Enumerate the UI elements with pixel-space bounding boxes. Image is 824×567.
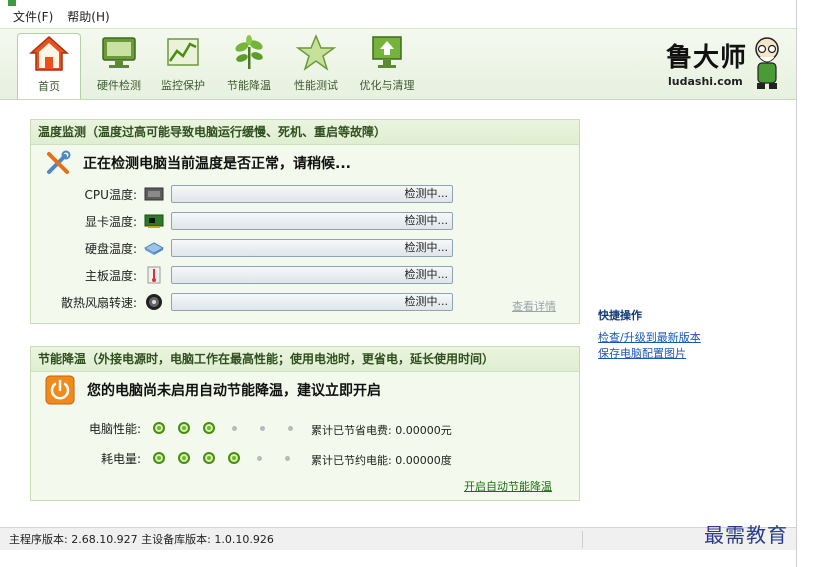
level-dot-off [260,425,265,431]
tab-label: 节能降温 [227,79,271,92]
level-dot-on [153,452,165,464]
tab-energy[interactable]: 节能降温 [218,33,280,96]
logo-site: ludashi.com [668,75,743,88]
quick-actions: 快捷操作 检查/升级到最新版本 保存电脑配置图片 [598,307,788,362]
main-window: 文件(F) 帮助(H) 首页 硬件检测 监控保护 节能降温 性能测试 优化与清理… [0,0,797,567]
quick-actions-title: 快捷操作 [598,309,642,322]
menu-help[interactable]: 帮助(H) [60,7,116,27]
energy-headline: 您的电脑尚未启用自动节能降温，建议立即开启 [87,383,381,399]
row-label: CPU温度: [84,187,137,202]
view-details-link[interactable]: 查看详情 [512,298,556,314]
tab-label: 硬件检测 [97,79,141,92]
cpu-temp-bar: 检测中... [171,185,453,203]
cpu-icon [144,187,164,201]
disk-temp-row: 硬盘温度: 检测中... [31,238,453,258]
board-temp-row: 主板温度: 检测中... [31,265,453,285]
menu-bar: 文件(F) 帮助(H) [0,7,796,27]
tab-label: 性能测试 [294,79,338,92]
level-dot-off [257,455,262,461]
performance-level-row: 电脑性能: [87,418,312,438]
bar-status: 检测中... [404,214,449,227]
status-divider [582,531,583,548]
level-dot-on [203,452,215,464]
mascot-icon [755,37,779,89]
row-label: 硬盘温度: [84,241,137,256]
thermometer-icon [147,266,161,284]
row-label: 主板温度: [84,268,137,283]
disk-temp-bar: 检测中... [171,239,453,257]
enable-energy-saving-link[interactable]: 开启自动节能降温 [464,478,552,494]
hard-disk-icon [143,242,165,255]
row-label: 显卡温度: [84,214,137,229]
version-text: 主程序版本: 2.68.10.927 主设备库版本: 1.0.10.926 [9,533,274,546]
temperature-panel-title: 温度监测（温度过高可能导致电脑运行缓慢、死机、重启等故障） [31,120,579,145]
ludashi-logo: 鲁大师 ludashi.com [660,35,785,95]
tab-performance[interactable]: 性能测试 [285,33,347,96]
fan-speed-bar: 检测中... [171,293,453,311]
gpu-card-icon [144,214,164,228]
energy-panel-title: 节能降温（外接电源时，电脑工作在最高性能；使用电池时，更省电，延长使用时间） [31,347,579,372]
chart-icon [167,38,199,66]
level-dot-off [288,425,293,431]
level-dot-off [232,425,237,431]
board-temp-bar: 检测中... [171,266,453,284]
power-label: 耗电量: [100,451,141,466]
logo-title: 鲁大师 [666,43,748,73]
check-update-link[interactable]: 检查/升级到最新版本 [598,330,788,346]
watermark: 最需教育 [704,523,788,547]
level-dot-on [203,422,215,434]
tab-label: 监控保护 [161,79,205,92]
power-icon[interactable] [45,375,75,405]
tools-icon [47,150,71,174]
bar-status: 检测中... [404,268,449,281]
level-dot-on [228,452,240,464]
upload-icon [372,36,402,68]
title-strip [0,0,796,6]
tab-hardware[interactable]: 硬件检测 [88,33,150,96]
app-icon [8,0,16,6]
level-dot-off [285,455,290,461]
star-icon [296,34,336,71]
menu-file[interactable]: 文件(F) [0,7,60,27]
bar-status: 检测中... [404,241,449,254]
level-dot-on [178,422,190,434]
level-dot-on [178,452,190,464]
level-dot-on [153,422,165,434]
bar-status: 检测中... [404,187,449,200]
row-label: 散热风扇转速: [60,295,137,310]
tab-label: 优化与清理 [359,79,415,92]
tab-monitor[interactable]: 监控保护 [152,33,214,96]
main-toolbar: 首页 硬件检测 监控保护 节能降温 性能测试 优化与清理 鲁大师 ludashi… [0,28,796,100]
home-icon [29,35,69,71]
tab-optimize[interactable]: 优化与清理 [353,33,421,96]
performance-label: 电脑性能: [88,421,141,436]
energy-panel: 节能降温（外接电源时，电脑工作在最高性能；使用电池时，更省电，延长使用时间） 您… [30,346,580,501]
gpu-temp-bar: 检测中... [171,212,453,230]
temperature-headline: 正在检测电脑当前温度是否正常，请稍候... [83,156,351,172]
plant-icon [235,35,263,69]
gpu-temp-row: 显卡温度: 检测中... [31,211,453,231]
saved-energy: 累计已节约电能: 0.00000度 [311,454,452,467]
monitor-icon [102,37,136,68]
tab-label: 首页 [38,80,60,93]
power-level-row: 耗电量: [87,448,309,468]
cpu-temp-row: CPU温度: 检测中... [31,184,453,204]
save-config-image-link[interactable]: 保存电脑配置图片 [598,346,788,362]
tab-home[interactable]: 首页 [17,33,81,99]
saved-cost: 累计已节省电费: 0.00000元 [311,424,452,437]
fan-speed-row: 散热风扇转速: 检测中... [31,292,453,312]
status-bar: 主程序版本: 2.68.10.927 主设备库版本: 1.0.10.926 [0,527,796,550]
fan-icon [146,294,162,310]
temperature-panel: 温度监测（温度过高可能导致电脑运行缓慢、死机、重启等故障） 正在检测电脑当前温度… [30,119,580,324]
bar-status: 检测中... [404,295,449,308]
